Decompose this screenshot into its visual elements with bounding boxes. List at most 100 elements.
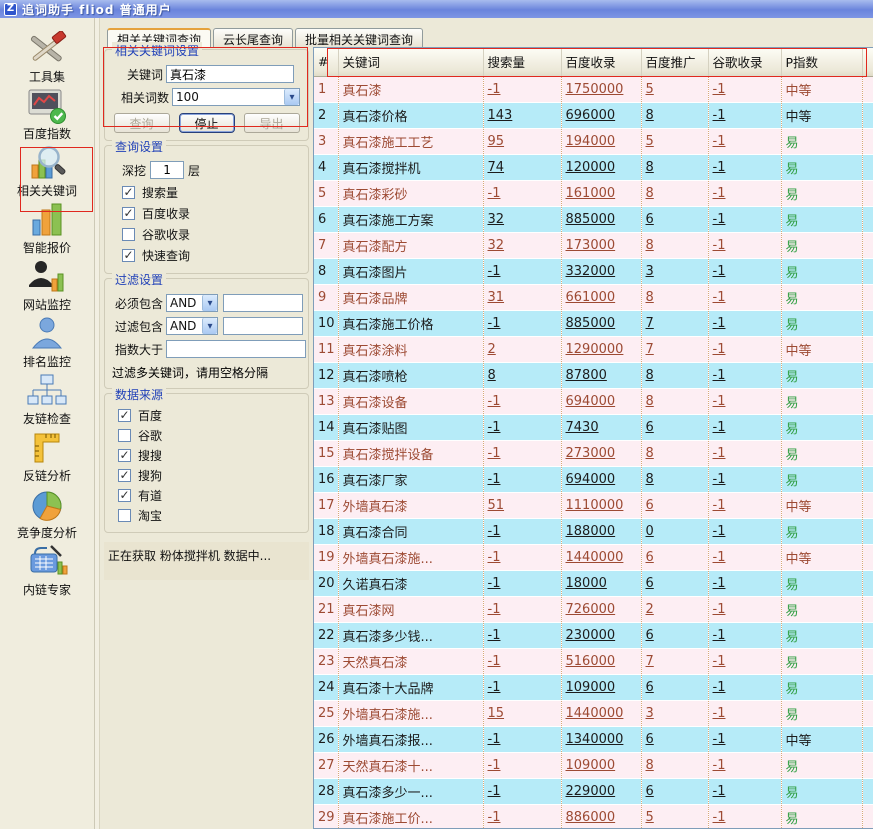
search-volume-cell[interactable]: -1	[483, 76, 561, 102]
baidu-ads-cell[interactable]: 6	[641, 674, 708, 700]
google-index-cell[interactable]: -1	[708, 258, 781, 284]
value-link[interactable]: -1	[488, 82, 501, 97]
google-index-cell[interactable]: -1	[708, 128, 781, 154]
query-setting-option[interactable]: 快速查询	[122, 247, 303, 264]
table-row[interactable]: 9真石漆品牌316610008-1易	[314, 284, 873, 310]
data-source-option[interactable]: 搜狗	[118, 467, 303, 484]
value-link[interactable]: -1	[488, 316, 501, 331]
baidu-ads-cell[interactable]: 7	[641, 336, 708, 362]
baidu-ads-cell[interactable]: 5	[641, 76, 708, 102]
value-link[interactable]: 3	[646, 264, 654, 279]
value-link[interactable]: 6	[646, 732, 654, 747]
value-link[interactable]: 8	[488, 368, 496, 383]
value-link[interactable]: 1750000	[566, 82, 624, 97]
value-link[interactable]: 230000	[566, 628, 616, 643]
baidu-index-cell[interactable]: 188000	[561, 518, 641, 544]
column-header[interactable]: 关键词	[338, 48, 483, 76]
value-link[interactable]: 8	[646, 160, 654, 175]
checkbox-checked-icon[interactable]	[122, 186, 135, 199]
search-volume-cell[interactable]: -1	[483, 726, 561, 752]
sidebar-item-baidu-index[interactable]: 百度指数	[8, 89, 86, 142]
value-link[interactable]: 661000	[566, 290, 616, 305]
baidu-ads-cell[interactable]: 8	[641, 154, 708, 180]
search-volume-cell[interactable]: -1	[483, 778, 561, 804]
sidebar-item-rank-monitor[interactable]: 排名监控	[8, 317, 86, 370]
baidu-index-cell[interactable]: 516000	[561, 648, 641, 674]
value-link[interactable]: 1110000	[566, 498, 624, 513]
search-volume-cell[interactable]: -1	[483, 752, 561, 778]
table-row[interactable]: 10真石漆施工价格-18850007-1易	[314, 310, 873, 336]
value-link[interactable]: -1	[713, 654, 726, 669]
value-link[interactable]: 109000	[566, 680, 616, 695]
value-link[interactable]: 8	[646, 108, 654, 123]
baidu-ads-cell[interactable]: 3	[641, 258, 708, 284]
value-link[interactable]: -1	[488, 654, 501, 669]
stop-button[interactable]: 停止	[179, 113, 235, 133]
baidu-ads-cell[interactable]: 6	[641, 414, 708, 440]
value-link[interactable]: 8	[646, 368, 654, 383]
search-volume-cell[interactable]: 8	[483, 362, 561, 388]
data-source-option[interactable]: 搜搜	[118, 447, 303, 464]
value-link[interactable]: -1	[713, 342, 726, 357]
baidu-index-cell[interactable]: 161000	[561, 180, 641, 206]
search-volume-cell[interactable]: -1	[483, 466, 561, 492]
value-link[interactable]: -1	[713, 732, 726, 747]
google-index-cell[interactable]: -1	[708, 388, 781, 414]
table-row[interactable]: 7真石漆配方321730008-1易	[314, 232, 873, 258]
google-index-cell[interactable]: -1	[708, 492, 781, 518]
keyword-input[interactable]	[166, 65, 294, 83]
value-link[interactable]: -1	[488, 810, 501, 825]
sidebar-item-inlink-expert[interactable]: 内链专家	[8, 545, 86, 598]
baidu-ads-cell[interactable]: 0	[641, 518, 708, 544]
value-link[interactable]: 229000	[566, 784, 616, 799]
value-link[interactable]: -1	[488, 732, 501, 747]
table-row[interactable]: 29真石漆施工价...-18860005-1易	[314, 804, 873, 829]
baidu-ads-cell[interactable]: 8	[641, 388, 708, 414]
value-link[interactable]: -1	[713, 472, 726, 487]
google-index-cell[interactable]: -1	[708, 232, 781, 258]
value-link[interactable]: -1	[488, 420, 501, 435]
value-link[interactable]: -1	[488, 680, 501, 695]
baidu-index-cell[interactable]: 661000	[561, 284, 641, 310]
value-link[interactable]: 8	[646, 472, 654, 487]
checkbox-unchecked-icon[interactable]	[122, 228, 135, 241]
value-link[interactable]: 516000	[566, 654, 616, 669]
google-index-cell[interactable]: -1	[708, 726, 781, 752]
search-volume-cell[interactable]: 2	[483, 336, 561, 362]
baidu-index-cell[interactable]: 273000	[561, 440, 641, 466]
search-volume-cell[interactable]: 51	[483, 492, 561, 518]
google-index-cell[interactable]: -1	[708, 362, 781, 388]
tab-cloud-longtail-query[interactable]: 云长尾查询	[213, 28, 293, 47]
search-volume-cell[interactable]: -1	[483, 544, 561, 570]
baidu-index-cell[interactable]: 885000	[561, 206, 641, 232]
baidu-index-cell[interactable]: 332000	[561, 258, 641, 284]
baidu-index-cell[interactable]: 109000	[561, 674, 641, 700]
value-link[interactable]: 6	[646, 628, 654, 643]
value-link[interactable]: -1	[488, 446, 501, 461]
google-index-cell[interactable]: -1	[708, 648, 781, 674]
search-volume-cell[interactable]: -1	[483, 258, 561, 284]
baidu-index-cell[interactable]: 109000	[561, 752, 641, 778]
value-link[interactable]: 120000	[566, 160, 616, 175]
value-link[interactable]: -1	[713, 82, 726, 97]
baidu-ads-cell[interactable]: 8	[641, 284, 708, 310]
search-volume-cell[interactable]: -1	[483, 804, 561, 829]
value-link[interactable]: 7	[646, 342, 654, 357]
baidu-ads-cell[interactable]: 8	[641, 440, 708, 466]
value-link[interactable]: 3	[646, 706, 654, 721]
baidu-ads-cell[interactable]: 8	[641, 102, 708, 128]
baidu-index-cell[interactable]: 18000	[561, 570, 641, 596]
must-contain-op-select[interactable]: AND	[166, 294, 218, 312]
google-index-cell[interactable]: -1	[708, 700, 781, 726]
value-link[interactable]: -1	[713, 524, 726, 539]
baidu-index-cell[interactable]: 173000	[561, 232, 641, 258]
table-row[interactable]: 6真石漆施工方案328850006-1易	[314, 206, 873, 232]
value-link[interactable]: 74	[488, 160, 505, 175]
baidu-index-cell[interactable]: 885000	[561, 310, 641, 336]
data-source-option[interactable]: 谷歌	[118, 427, 303, 444]
google-index-cell[interactable]: -1	[708, 804, 781, 829]
chevron-down-icon[interactable]	[284, 89, 299, 105]
table-row[interactable]: 13真石漆设备-16940008-1易	[314, 388, 873, 414]
table-row[interactable]: 8真石漆图片-13320003-1易	[314, 258, 873, 284]
search-volume-cell[interactable]: 32	[483, 206, 561, 232]
